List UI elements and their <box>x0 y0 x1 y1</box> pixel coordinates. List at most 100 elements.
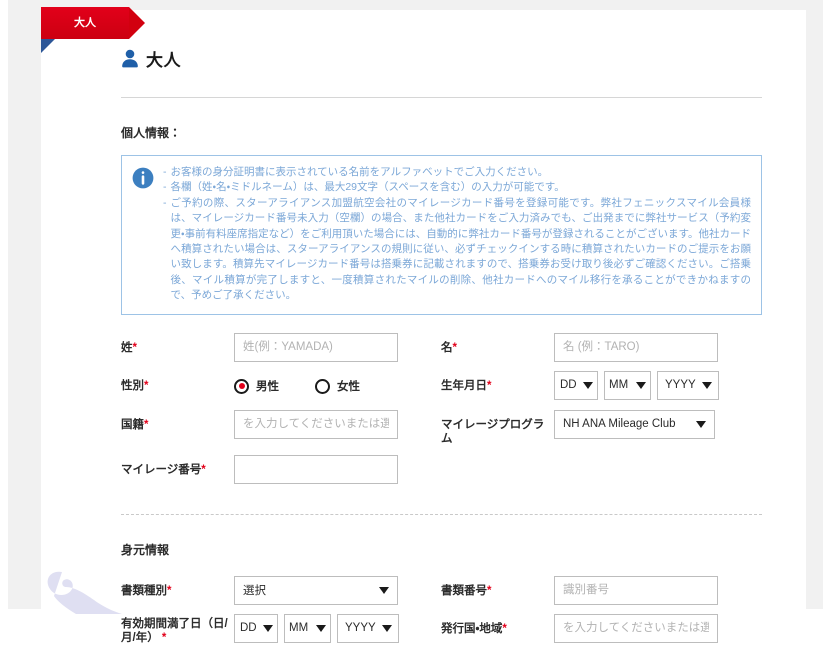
mileage-program-label-text: マイレージプログラム <box>441 418 545 445</box>
field-document-type: 書類種別* 選択 <box>121 575 441 605</box>
mileage-program-control: NH ANA Mileage Club <box>554 409 762 439</box>
nationality-input[interactable] <box>234 409 398 439</box>
ribbon-point <box>129 7 145 39</box>
chevron-down-icon <box>316 624 326 632</box>
birthdate-control: DD MM YYYY <box>554 370 762 400</box>
birthdate-year-value: YYYY <box>665 379 696 392</box>
birthdate-day-select[interactable]: DD <box>554 370 598 400</box>
chevron-down-icon <box>262 624 273 632</box>
mileage-program-value: NH ANA Mileage Club <box>563 418 676 431</box>
field-first-name: 名* <box>441 332 762 362</box>
radio-male-icon[interactable] <box>234 378 249 394</box>
main-column: 大人 個人情報： - お客様の身分証明書に表示されている名前をアルファベットでご… <box>121 10 766 654</box>
info-bullet: - <box>163 181 167 194</box>
birthdate-day-value: DD <box>560 379 577 392</box>
required-marker: * <box>144 418 149 431</box>
info-line: - お客様の身分証明書に表示されている名前をアルファベットでご入力ください。 <box>163 165 751 180</box>
radio-female-icon[interactable] <box>315 378 330 394</box>
expiry-year-select[interactable]: YYYY <box>337 613 399 643</box>
mileage-program-label: マイレージプログラム <box>441 410 554 446</box>
last-name-label: 姓* <box>121 333 234 355</box>
first-name-input[interactable] <box>554 332 718 362</box>
form-row-document: 書類種別* 選択 書類番号* <box>121 575 766 605</box>
document-number-label: 書類番号* <box>441 576 554 598</box>
expiry-day-select[interactable]: DD <box>234 613 278 643</box>
field-document-number: 書類番号* <box>441 575 762 605</box>
expiry-month-select[interactable]: MM <box>284 613 331 643</box>
expiry-date-label: 有効期間満了日（日/月/年） * <box>121 614 234 645</box>
mileage-number-control <box>234 454 441 484</box>
gender-control: 男性 女性 <box>234 371 441 401</box>
gender-option-male-label: 男性 <box>256 381 279 394</box>
nationality-label: 国籍* <box>121 410 234 432</box>
personal-info-heading: 個人情報： <box>121 126 182 140</box>
info-line: - 各欄（姓・名・ミドルネーム）は、最大29文字（スペースを含む）の入力が可能で… <box>163 180 751 195</box>
issuing-country-input[interactable] <box>554 613 718 643</box>
document-number-input[interactable] <box>554 575 718 605</box>
chevron-down-icon <box>636 381 646 389</box>
gender-label-text: 性別 <box>121 379 144 392</box>
document-type-label-text: 書類種別 <box>121 584 167 597</box>
expiry-year-value: YYYY <box>345 622 376 635</box>
gender-radio-group: 男性 女性 <box>234 371 441 401</box>
document-number-label-text: 書類番号 <box>441 584 487 597</box>
chevron-down-icon <box>379 586 389 594</box>
form-row-gender-birth: 性別* 男性 女性 生年月日* DD MM YYYY <box>121 370 766 401</box>
chevron-down-icon <box>696 420 706 428</box>
required-marker: * <box>132 341 137 354</box>
info-line: - ご予約の際、スターアライアンス加盟航空会社のマイレージカード番号を登録可能で… <box>163 196 751 304</box>
form-row-mileage-number: マイレージ番号* <box>121 454 766 484</box>
mileage-number-label: マイレージ番号* <box>121 455 234 477</box>
chevron-down-icon <box>582 381 593 389</box>
first-name-control <box>554 332 762 362</box>
birthdate-month-value: MM <box>609 379 629 392</box>
first-name-label: 名* <box>441 333 554 355</box>
expiry-date-control: DD MM YYYY <box>234 613 441 643</box>
field-last-name: 姓* <box>121 332 441 362</box>
required-marker: * <box>487 379 492 392</box>
expiry-date-label-text: 有効期間満了日（日/月/年） <box>121 617 228 644</box>
last-name-input[interactable] <box>234 332 398 362</box>
identity-info-heading: 身元情報 <box>121 542 170 557</box>
expiry-month-value: MM <box>289 622 309 635</box>
birthdate-label: 生年月日* <box>441 371 554 393</box>
expiry-date-selects: DD MM YYYY <box>234 613 441 643</box>
info-notice-box: - お客様の身分証明書に表示されている名前をアルファベットでご入力ください。 -… <box>121 155 762 315</box>
info-bullet: - <box>163 196 167 209</box>
document-type-control: 選択 <box>234 575 441 605</box>
right-gutter <box>806 0 823 609</box>
info-line-text: ご予約の際、スターアライアンス加盟航空会社のマイレージカード番号を登録可能です。… <box>170 196 752 302</box>
required-marker: * <box>452 341 457 354</box>
field-issuing-country: 発行国・地域* <box>441 613 762 643</box>
issuing-country-label-text: 発行国・地域 <box>441 622 503 635</box>
ribbon-fold <box>41 39 55 53</box>
field-nationality: 国籍* <box>121 409 441 439</box>
required-marker: * <box>201 463 206 476</box>
gender-option-female[interactable]: 女性 <box>315 378 360 394</box>
field-gender: 性別* 男性 女性 <box>121 371 441 401</box>
form-row-nationality-mileage: 国籍* マイレージプログラム NH ANA Mileage Club <box>121 409 766 446</box>
expiry-day-value: DD <box>240 622 257 635</box>
document-type-label: 書類種別* <box>121 576 234 598</box>
birthdate-label-text: 生年月日 <box>441 379 487 392</box>
document-type-select[interactable]: 選択 <box>234 575 398 605</box>
required-marker: * <box>502 622 507 635</box>
personal-info-form: 姓* 名* 性別* <box>121 332 766 484</box>
title-divider <box>121 97 762 98</box>
gender-option-female-label: 女性 <box>337 381 360 394</box>
birthdate-month-select[interactable]: MM <box>604 370 651 400</box>
adult-ribbon: 大人 <box>41 7 171 64</box>
birthdate-year-select[interactable]: YYYY <box>657 370 719 400</box>
mileage-number-input[interactable] <box>234 454 398 484</box>
adult-ribbon-label: 大人 <box>41 7 129 39</box>
info-line-text: 各欄（姓・名・ミドルネーム）は、最大29文字（スペースを含む）の入力が可能です。 <box>170 181 565 194</box>
chevron-down-icon <box>381 624 392 632</box>
last-name-label-text: 姓 <box>121 341 133 354</box>
mileage-program-select[interactable]: NH ANA Mileage Club <box>554 409 715 439</box>
gender-option-male[interactable]: 男性 <box>234 378 279 394</box>
required-marker: * <box>144 379 149 392</box>
gender-label: 性別* <box>121 371 234 393</box>
field-birthdate: 生年月日* DD MM YYYY <box>441 370 762 400</box>
nationality-label-text: 国籍 <box>121 418 144 431</box>
required-marker: * <box>161 631 167 644</box>
